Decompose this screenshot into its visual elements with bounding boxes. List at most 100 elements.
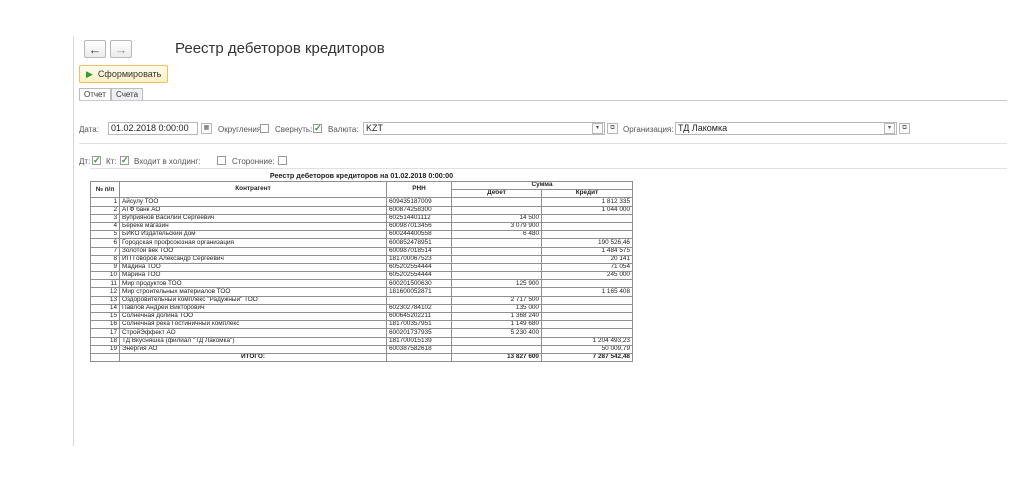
cell-no: 14 [90,303,120,314]
checkmark-icon: ✓ [93,155,101,165]
org-open-button[interactable]: ⧉ [899,123,910,134]
currency-label: Валюта: [328,125,359,134]
cell-rnn: 181600052871 [386,287,452,297]
report-top-separator [90,168,1007,169]
cell-credit [541,221,633,232]
currency-dropdown-button[interactable]: ▾ [592,123,603,134]
cell-name: Энергия АО [119,344,387,354]
cell-no: 8 [90,254,120,264]
cell-name: Мир продуктов ТОО [119,279,387,289]
cell-no: 12 [90,287,120,297]
cell-no: 2 [90,205,120,215]
col-header-name: Контрагент [119,180,387,199]
kt-checkbox[interactable]: ✓ [120,156,129,165]
table-row: 7 Золотой век ТОО 600987018514 1 484 575 [90,246,633,256]
cell-no: 17 [90,328,120,338]
currency-input[interactable]: KZT [363,122,605,135]
rounding-checkbox[interactable] [260,124,269,133]
cell-name: Вуприянов Василий Сергеевич [119,213,387,223]
cell-debit: 2 717 500 [451,295,542,305]
cell-debit [451,246,542,256]
cell-no: 18 [90,336,120,346]
cell-no: 19 [90,344,120,354]
cell-rnn: 605202554444 [386,262,452,273]
calendar-button[interactable]: ▦ [201,123,212,134]
table-row: 19 Энергия АО 600387582618 50 009,79 [90,344,633,354]
cell-credit [541,295,633,305]
report-table: Реестр дебеторов кредиторов на 01.02.201… [90,172,633,363]
cell-no: 9 [90,262,120,273]
cell-rnn: 600244400558 [386,230,452,240]
cell-credit: 50 009,79 [541,344,633,354]
cell-debit [451,197,542,207]
cell-rnn: 600987013456 [386,221,452,232]
table-row: 10 Марина ТОО 605202554444 245 000 [90,271,633,281]
cell-credit [541,279,633,289]
third-party-checkbox[interactable] [278,156,287,165]
forward-button[interactable]: → [110,40,132,58]
cell-debit: 135 000 [451,303,542,314]
cell-debit [451,205,542,215]
report-caption: Реестр дебеторов кредиторов на 01.02.201… [269,172,454,181]
tab-divider [79,100,1007,101]
date-input[interactable]: 01.02.2018 0:00:00 [108,122,198,135]
cell-name: Айсулу ТОО [119,197,387,207]
cell-credit: 1 812 335 [541,197,633,207]
cell-rnn: 600852478951 [386,238,452,248]
cell-name: Мадина ТОО [119,262,387,273]
total-credit: 7 287 542,48 [541,352,633,363]
cell-name: Мир строительных материалов ТОО [119,287,387,297]
org-label: Организация: [623,125,674,134]
cell-debit: 125 900 [451,279,542,289]
dt-checkbox[interactable]: ✓ [92,156,101,165]
kt-label: Кт: [106,157,117,166]
rounding-label: Округления: [218,125,264,134]
cell-credit [541,303,633,314]
collapse-checkbox[interactable]: ✓ [313,124,322,133]
cell-credit: 71 054 [541,262,633,273]
cell-credit [541,230,633,240]
cell-name: ТД Вкусняшка (филиал "ТД Лакомка") [119,336,387,346]
table-row: 6 Городская профсоюзная организация 600852… [90,238,633,248]
org-dropdown-button[interactable]: ▾ [884,123,895,134]
table-row: 16 Солнечная река Гостиничный комплекс 181… [90,320,633,330]
cell-debit: 14 500 [451,213,542,223]
cell-name: Золотой век ТОО [119,246,387,256]
holding-label: Входит в холдинг: [134,157,201,166]
cell-rnn: 600987018514 [386,246,452,256]
cell-name: Солнечная долина ТОО [119,311,387,322]
chevron-down-icon: ▾ [887,125,891,131]
col-header-sum: Сумма [451,180,633,191]
cell-no: 13 [90,295,120,305]
holding-checkbox[interactable] [217,156,226,165]
cell-name: Солнечная река Гостиничный комплекс [119,320,387,330]
table-row: 3 Вуприянов Василий Сергеевич 602514401112… [90,213,633,223]
cell-credit: 1 204 493,23 [541,336,633,346]
cell-no: 1 [90,197,120,207]
cell-name: БИКО Издательский дом [119,230,387,240]
cell-name: Марина ТОО [119,271,387,281]
page-title: Реестр дебеторов кредиторов [175,40,385,57]
chevron-down-icon: ▾ [595,125,599,131]
cell-no: 11 [90,279,120,289]
cell-credit [541,213,633,223]
org-input[interactable]: ТД Лакомка [675,122,897,135]
cell-rnn [386,295,452,305]
cell-debit [451,287,542,297]
generate-button[interactable]: ▶ Сформировать [79,65,169,83]
table-row: 11 Мир продуктов ТОО 600201500630 125 900 [90,279,633,289]
col-header-credit: Кредит [541,189,633,199]
cell-no: 5 [90,230,120,240]
cell-credit: 245 000 [541,271,633,281]
back-button[interactable]: ← [84,40,106,58]
cell-debit [451,254,542,264]
total-debit: 13 827 600 [451,352,542,363]
table-row: 5 БИКО Издательский дом 600244400558 6 480 [90,230,633,240]
cell-name: АТФ банк АО [119,205,387,215]
cell-rnn: 600201500630 [386,279,452,289]
cell-rnn: 602514401112 [386,213,452,223]
cell-no: 7 [90,246,120,256]
currency-open-button[interactable]: ⧉ [607,123,618,134]
cell-debit: 3 079 900 [451,221,542,232]
cell-no: 6 [90,238,120,248]
